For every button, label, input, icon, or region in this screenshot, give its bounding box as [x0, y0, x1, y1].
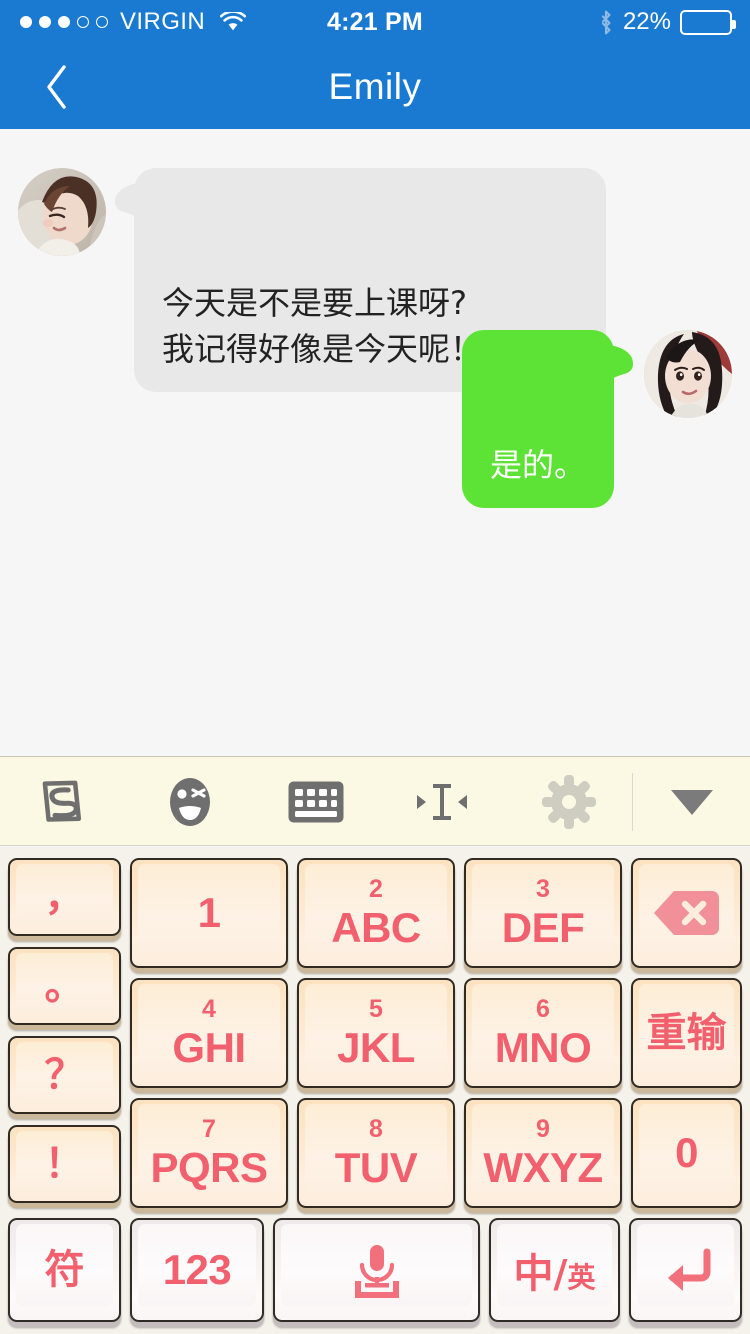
key-label: 中 / 英 [514, 1241, 596, 1299]
key-label: WXYZ [483, 1144, 603, 1191]
key-label: PQRS [150, 1144, 268, 1191]
microphone-icon [354, 1245, 399, 1298]
key-2[interactable]: 2 ABC [297, 858, 455, 968]
key-4[interactable]: 4 GHI [130, 978, 288, 1088]
message-text-outgoing: 是的。 [489, 446, 586, 485]
key-3[interactable]: 3 DEF [464, 858, 622, 968]
key-label: MNO [494, 1024, 592, 1071]
chat-message-list[interactable]: 今天是不是要上课呀? 我记得好像是今天呢！！！！ 是的。 [0, 129, 750, 756]
key-label: JKL [337, 1024, 415, 1071]
cursor-move-button[interactable] [379, 757, 505, 847]
key-9[interactable]: 9 WXYZ [464, 1098, 622, 1208]
key-label: TUV [334, 1144, 418, 1191]
emoji-button[interactable] [126, 757, 252, 847]
key-question[interactable]: ？ [8, 1036, 121, 1114]
key-6[interactable]: 6 MNO [464, 978, 622, 1088]
keyboard-layout-button[interactable] [253, 757, 379, 847]
backspace-icon [653, 891, 719, 935]
bubble-tail-right [602, 344, 633, 386]
key-redo[interactable]: 重输 [631, 978, 742, 1088]
key-sublabel: 9 [536, 1115, 550, 1143]
key-label-en: 英 [567, 1261, 596, 1294]
keypad[interactable]: ， 。 ？ ！ 1 2 ABC 3 DEF 4 GHI 5 JKL 6 MNO … [0, 847, 750, 1334]
battery-percent-label: 22% [622, 8, 671, 35]
key-sublabel: 3 [536, 875, 550, 903]
key-label: 1 [197, 889, 221, 936]
key-1[interactable]: 1 [130, 858, 288, 968]
bubble-tail-left [115, 182, 146, 224]
key-sublabel: 5 [369, 995, 383, 1023]
cursor-move-icon [417, 784, 468, 820]
key-period[interactable]: 。 [8, 947, 121, 1025]
message-bubble-outgoing[interactable]: 是的。 [461, 330, 633, 509]
key-comma[interactable]: ， [8, 858, 121, 936]
key-language-toggle[interactable]: 中 / 英 [489, 1218, 620, 1322]
key-5[interactable]: 5 JKL [297, 978, 455, 1088]
key-sublabel: 2 [369, 875, 383, 903]
key-label: 重输 [646, 1010, 727, 1056]
page-title: Emily [328, 65, 422, 107]
key-label-cn: 中 [513, 1251, 554, 1297]
key-label: 0 [675, 1129, 698, 1176]
key-8[interactable]: 8 TUV [297, 1098, 455, 1208]
avatar-emily[interactable] [18, 168, 106, 256]
key-sublabel: 8 [369, 1115, 383, 1143]
enter-arrow-icon [667, 1248, 710, 1291]
key-label: GHI [172, 1024, 246, 1071]
bluetooth-icon [598, 10, 614, 35]
key-label: 123 [162, 1246, 232, 1293]
keyboard-icon [288, 781, 344, 823]
key-sublabel: 6 [536, 995, 550, 1023]
message-row-outgoing: 是的。 [461, 330, 732, 509]
key-label: DEF [501, 904, 585, 951]
status-bar: VIRGIN 4:21 PM 22% [0, 0, 750, 44]
key-label: 符 [44, 1247, 85, 1293]
key-symbols[interactable]: 符 [8, 1218, 121, 1322]
emoji-icon [169, 778, 210, 826]
navigation-bar: Emily [0, 44, 750, 129]
key-label: 。 [44, 963, 85, 1009]
battery-icon [680, 9, 736, 35]
chevron-down-icon [670, 790, 713, 815]
key-label: ABC [331, 904, 421, 951]
keyboard-toolbar-buttons [0, 757, 632, 847]
key-label: ， [44, 874, 85, 920]
key-numbers[interactable]: 123 [130, 1218, 264, 1322]
key-label: ！ [44, 1141, 85, 1187]
status-bar-right: 22% [598, 8, 736, 36]
key-0[interactable]: 0 [631, 1098, 742, 1208]
key-label: ？ [44, 1052, 85, 1098]
sogou-logo-button[interactable] [0, 757, 126, 847]
collapse-keyboard-button[interactable] [633, 757, 750, 847]
avatar-me[interactable] [644, 330, 732, 418]
key-voice-input[interactable] [273, 1218, 480, 1322]
sogou-logo-icon [42, 780, 82, 822]
key-sublabel: 7 [202, 1115, 216, 1143]
key-7[interactable]: 7 PQRS [130, 1098, 288, 1208]
key-exclamation[interactable]: ！ [8, 1125, 121, 1203]
gear-icon [541, 775, 596, 829]
key-backspace[interactable] [631, 858, 742, 968]
key-enter[interactable] [629, 1218, 742, 1322]
key-label-sep: / [553, 1252, 568, 1296]
settings-button[interactable] [506, 757, 632, 847]
key-sublabel: 4 [202, 995, 216, 1023]
keyboard-toolbar [0, 756, 750, 846]
